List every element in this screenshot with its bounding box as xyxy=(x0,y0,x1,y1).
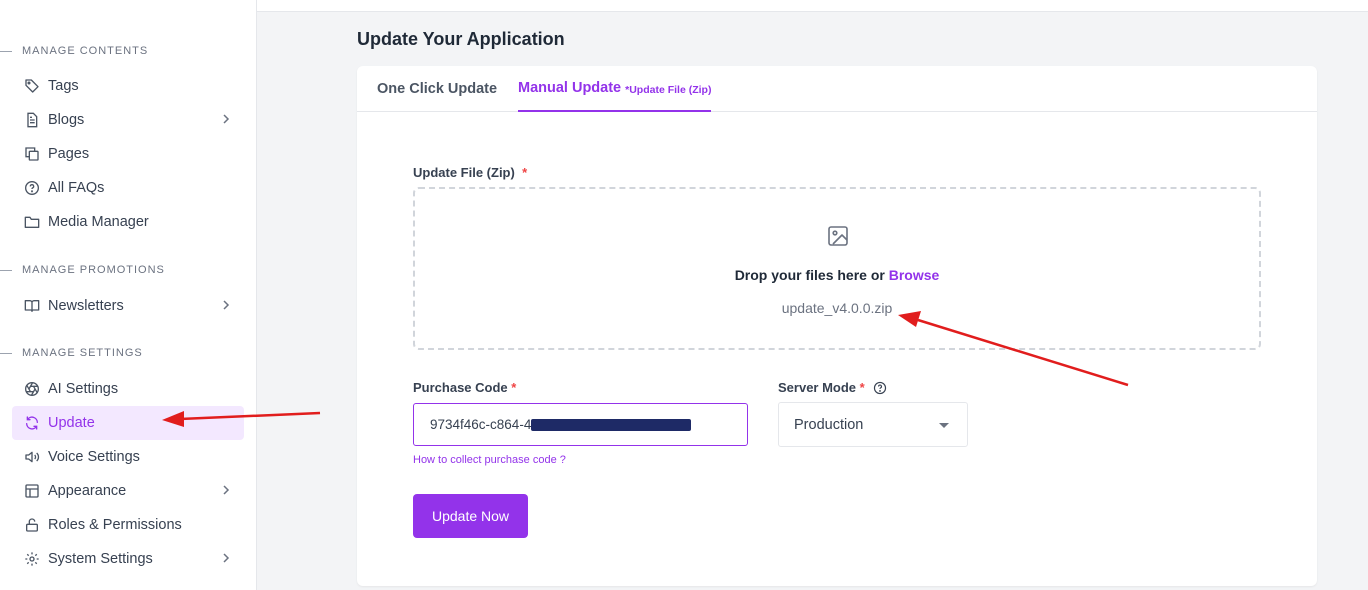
sidebar-item-voice-settings[interactable]: Voice Settings xyxy=(12,440,244,474)
section-title-manage-contents: MANAGE CONTENTS xyxy=(0,45,148,57)
tab-one-click-update[interactable]: One Click Update xyxy=(377,66,497,112)
tab-label: Manual Update xyxy=(518,80,622,96)
sidebar-item-label: Blogs xyxy=(48,112,85,128)
chevron-right-icon xyxy=(223,114,230,124)
required-mark: * xyxy=(511,380,517,395)
chevron-right-icon xyxy=(223,553,230,563)
server-mode-value: Production xyxy=(794,416,864,433)
help-circle-icon[interactable] xyxy=(873,381,887,395)
purchase-code-help-link[interactable]: How to collect purchase code ? xyxy=(413,454,566,466)
update-now-button[interactable]: Update Now xyxy=(413,494,528,538)
chevron-right-icon xyxy=(223,485,230,495)
redaction-mark xyxy=(531,418,692,431)
pages-icon xyxy=(23,146,40,163)
section-title-manage-settings: MANAGE SETTINGS xyxy=(0,347,143,359)
sidebar-item-label: AI Settings xyxy=(48,381,119,397)
sidebar-item-ai-settings[interactable]: AI Settings xyxy=(12,372,244,406)
sidebar-item-label: Appearance xyxy=(48,483,127,499)
file-label: Update File (Zip) * xyxy=(413,165,528,180)
server-mode-label: Server Mode * xyxy=(778,380,887,395)
browse-link[interactable]: Browse xyxy=(889,267,940,283)
tab-label: One Click Update xyxy=(377,81,498,97)
sidebar-item-update[interactable]: Update xyxy=(12,406,244,440)
sidebar-item-label: Roles & Permissions xyxy=(48,517,182,533)
caret-down-icon xyxy=(939,423,949,428)
required-mark: * xyxy=(859,380,865,395)
purchase-code-label: Purchase Code * xyxy=(413,380,517,395)
chevron-right-icon xyxy=(223,300,230,310)
tab-bar: One Click Update Manual Update *Update F… xyxy=(357,66,1317,112)
dropzone-text: Drop your files here or Browse xyxy=(734,267,940,283)
required-mark: * xyxy=(522,165,528,180)
aperture-icon xyxy=(23,381,40,398)
sidebar-item-label: Newsletters xyxy=(48,298,124,314)
sidebar-item-label: Voice Settings xyxy=(48,449,140,465)
server-mode-select[interactable]: Production xyxy=(778,402,968,447)
sidebar-item-pages[interactable]: Pages xyxy=(12,137,244,171)
document-icon xyxy=(23,112,40,129)
sidebar-item-appearance[interactable]: Appearance xyxy=(12,474,244,508)
folder-icon xyxy=(23,214,40,231)
sidebar-item-tags[interactable]: Tags xyxy=(12,69,244,103)
sidebar-item-system-settings[interactable]: System Settings xyxy=(12,542,244,576)
sidebar-item-label: Tags xyxy=(48,78,79,94)
sidebar-item-label: Pages xyxy=(48,146,90,162)
sidebar-item-label: Update xyxy=(48,415,95,431)
sidebar-item-media-manager[interactable]: Media Manager xyxy=(12,205,244,239)
sidebar-item-roles-permissions[interactable]: Roles & Permissions xyxy=(12,508,244,542)
tab-sublabel: *Update File (Zip) xyxy=(625,83,712,96)
tab-manual-update[interactable]: Manual Update *Update File (Zip) xyxy=(518,66,712,112)
sidebar-item-newsletters[interactable]: Newsletters xyxy=(12,289,244,323)
image-icon xyxy=(828,226,848,246)
sidebar-item-all-faqs[interactable]: All FAQs xyxy=(12,171,244,205)
sidebar-item-label: System Settings xyxy=(48,551,153,567)
sidebar: MANAGE CONTENTS Tags Blogs Pages All FAQ… xyxy=(0,0,257,590)
section-title-manage-promotions: MANAGE PROMOTIONS xyxy=(0,264,165,276)
speaker-icon xyxy=(23,449,40,466)
gear-icon xyxy=(23,551,40,568)
page-title: Update Your Application xyxy=(357,29,565,49)
refresh-icon xyxy=(23,415,40,432)
sidebar-item-label: All FAQs xyxy=(48,180,105,196)
book-open-icon xyxy=(23,298,40,315)
sidebar-item-blogs[interactable]: Blogs xyxy=(12,103,244,137)
purchase-code-input[interactable]: 9734f46c-c864-4 xyxy=(413,403,748,446)
top-bar xyxy=(257,0,1368,12)
tag-icon xyxy=(23,78,40,95)
lock-icon xyxy=(23,517,40,534)
selected-file-name: update_v4.0.0.zip xyxy=(781,300,893,316)
file-dropzone[interactable]: Drop your files here or Browse update_v4… xyxy=(413,187,1261,350)
purchase-code-value: 9734f46c-c864-4 xyxy=(430,417,532,432)
sidebar-item-label: Media Manager xyxy=(48,214,149,230)
question-circle-icon xyxy=(23,180,40,197)
layout-icon xyxy=(23,483,40,500)
